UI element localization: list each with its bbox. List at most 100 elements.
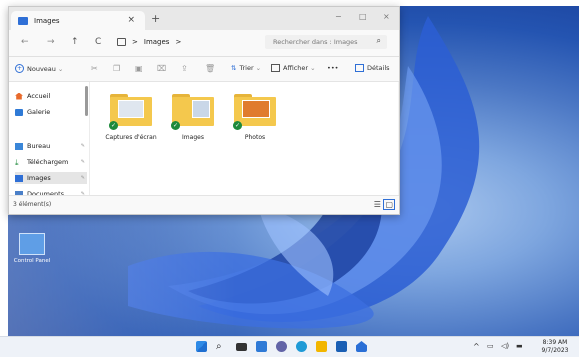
minimize-button[interactable]: −	[335, 12, 342, 21]
new-label: Nouveau	[27, 64, 56, 73]
paste-icon[interactable]: ▣	[135, 64, 143, 73]
folder-captures-ecran[interactable]: ✓ Captures d'écran	[100, 94, 162, 141]
sync-check-icon: ✓	[109, 121, 118, 130]
search-icon: ⌕	[376, 36, 381, 45]
chevron-down-icon: ⌄	[57, 64, 64, 73]
item-count: 3 élément(s)	[13, 201, 52, 208]
task-view-icon[interactable]	[236, 343, 247, 351]
tab-title: Images	[34, 16, 60, 25]
new-button[interactable]: + Nouveau ⌄	[15, 64, 63, 73]
sidebar-item-label: Bureau	[27, 142, 51, 150]
details-button[interactable]: Détails	[355, 64, 390, 72]
back-button[interactable]: ←	[21, 37, 29, 47]
desktop-icon-label: Control Panel	[13, 258, 51, 264]
details-label: Détails	[367, 64, 390, 72]
folder-images[interactable]: ✓ Images	[162, 94, 224, 141]
desktop-icon-control-panel[interactable]: Control Panel	[12, 233, 52, 264]
images-folder-icon	[18, 16, 28, 25]
store-icon[interactable]	[336, 341, 347, 352]
new-icon: +	[15, 64, 24, 73]
network-icon[interactable]: ▭	[487, 342, 494, 350]
view-toggle: ☰ ▢	[374, 199, 395, 210]
breadcrumb-chevron[interactable]: >	[175, 38, 181, 46]
volume-icon[interactable]: ◁)	[501, 342, 509, 350]
folder-label: Photos	[244, 134, 266, 141]
address-bar[interactable]: > Images >	[117, 35, 259, 49]
pin-icon: ✎	[80, 159, 85, 165]
close-button[interactable]: ×	[383, 12, 390, 21]
refresh-button[interactable]: C	[95, 37, 101, 47]
share-icon[interactable]: ⇪	[181, 64, 188, 73]
desktop-icon	[15, 142, 23, 150]
sort-icon: ⇅	[231, 64, 237, 72]
breadcrumb-images[interactable]: Images	[144, 38, 170, 46]
sidebar-item-bureau[interactable]: Bureau ✎	[15, 140, 87, 152]
edge-icon[interactable]	[296, 341, 307, 352]
start-icon[interactable]	[196, 341, 207, 352]
search-box[interactable]: Rechercher dans : Images ⌕	[265, 35, 387, 49]
status-bar: 3 élément(s) ☰ ▢	[9, 195, 399, 214]
folder-label: Images	[182, 134, 204, 141]
title-bar: Images × + − □ ×	[9, 7, 399, 30]
folder-icon: ✓	[171, 94, 214, 130]
delete-icon[interactable]: 🗑	[205, 64, 215, 73]
tab-close-icon[interactable]: ×	[127, 15, 135, 25]
forward-button[interactable]: →	[47, 37, 55, 47]
sidebar-item-galerie[interactable]: Galerie	[15, 106, 87, 118]
new-tab-button[interactable]: +	[151, 12, 160, 25]
chevron-down-icon: ⌄	[310, 64, 316, 72]
pin-icon: ✎	[80, 143, 85, 149]
control-panel-icon	[19, 233, 45, 255]
up-button[interactable]: ↑	[71, 37, 79, 47]
download-icon: ⤓	[15, 157, 19, 167]
folder-icon: ✓	[109, 94, 152, 130]
sidebar-item-accueil[interactable]: Accueil	[15, 90, 87, 102]
clock[interactable]: 8:39 AM 9/7/2023	[535, 339, 575, 355]
copy-icon[interactable]: ❐	[113, 64, 120, 73]
clock-date: 9/7/2023	[541, 347, 569, 354]
sidebar-item-label: Téléchargem	[27, 158, 69, 166]
chevron-down-icon: ⌄	[255, 64, 262, 72]
chat-icon[interactable]	[276, 341, 287, 352]
navigation-bar: ← → ↑ C > Images > Rechercher dans : Ima…	[9, 30, 399, 57]
sync-check-icon: ✓	[171, 121, 180, 130]
cut-icon[interactable]: ✂	[91, 64, 98, 73]
file-explorer-taskbar-icon[interactable]	[316, 341, 327, 352]
maximize-button[interactable]: □	[359, 12, 367, 21]
sort-label: Trier	[239, 64, 254, 72]
rename-icon[interactable]: ⌧	[157, 64, 166, 73]
sidebar-item-label: Galerie	[27, 108, 51, 116]
tab-images[interactable]: Images ×	[11, 11, 145, 30]
search-input[interactable]: Rechercher dans : Images	[273, 38, 358, 46]
tiles-view-icon[interactable]: ▢	[383, 199, 395, 210]
home-icon	[15, 92, 23, 100]
battery-icon[interactable]: ▬	[516, 342, 523, 350]
widgets-icon[interactable]	[256, 341, 267, 352]
sidebar-item-label: Accueil	[27, 92, 51, 100]
file-list: ✓ Captures d'écran ✓ Images ✓ Photos	[90, 82, 398, 195]
view-label: Afficher	[283, 64, 309, 72]
view-button[interactable]: Afficher ⌄	[271, 64, 316, 72]
view-icon	[271, 64, 280, 72]
sidebar-item-label: Images	[27, 174, 51, 182]
mail-icon[interactable]	[356, 341, 367, 352]
tray-chevron-icon[interactable]: ^	[473, 342, 480, 351]
pin-icon: ✎	[80, 175, 85, 181]
navigation-pane: Accueil Galerie Bureau ✎ ⤓ Téléchargem ✎…	[9, 82, 90, 198]
sync-check-icon: ✓	[233, 121, 242, 130]
details-pane-icon	[355, 64, 364, 72]
images-icon	[15, 174, 23, 182]
file-explorer-window: Images × + − □ × ← → ↑ C > Images > Rech…	[8, 6, 400, 215]
folder-photos[interactable]: ✓ Photos	[224, 94, 286, 141]
monitor-icon	[117, 38, 126, 46]
clock-time: 8:39 AM	[542, 339, 568, 346]
details-view-icon[interactable]: ☰	[374, 200, 381, 209]
sort-button[interactable]: ⇅ Trier ⌄	[231, 64, 261, 72]
more-options-button[interactable]: •••	[327, 64, 339, 72]
sidebar-item-telechargements[interactable]: ⤓ Téléchargem ✎	[15, 156, 87, 168]
command-bar: + Nouveau ⌄ ✂ ❐ ▣ ⌧ ⇪ 🗑 ⇅ Trier ⌄ Affich…	[9, 57, 399, 82]
search-taskbar-icon[interactable]: ⌕	[216, 341, 227, 352]
taskbar: ⌕ ^ ▭ ◁) ▬ 8:39 AM 9/7/2023	[0, 336, 579, 357]
breadcrumb-separator: >	[132, 38, 138, 46]
sidebar-item-images[interactable]: Images ✎	[15, 172, 87, 184]
